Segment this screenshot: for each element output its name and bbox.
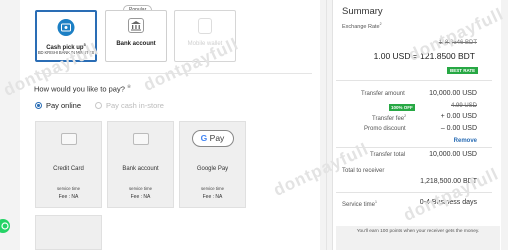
pay-card-google-pay[interactable]: G Pay Google Pay service time Fee : NA <box>179 121 246 208</box>
promo-discount-label: Promo discount <box>364 126 406 132</box>
radio-pay-in-store[interactable]: Pay cash in-store <box>95 101 164 110</box>
method-bank-account[interactable]: Bank account <box>105 10 167 62</box>
transfer-fee-value: + 0.00 USD <box>440 113 477 120</box>
service-time-label: service time <box>201 186 224 191</box>
promo-discount-value: – 0.00 USD <box>440 125 477 132</box>
divider <box>326 0 327 250</box>
total-receiver-label: Total to receiver <box>342 168 385 174</box>
pay-card-more[interactable] <box>35 215 102 250</box>
discount-badge: 100% OFF <box>389 104 415 111</box>
service-time-label: service time <box>57 186 80 191</box>
divider <box>336 80 492 81</box>
points-footer: You'll earn 100 points when your receive… <box>336 226 500 250</box>
summary-title: Summary <box>342 6 383 17</box>
google-pay-icon: G Pay <box>191 130 234 147</box>
pay-card-credit-card[interactable]: Credit Card service time Fee : NA <box>35 121 102 208</box>
radio-on-icon <box>35 102 42 109</box>
fee-label: Fee : NA <box>58 194 79 200</box>
radio-off-icon <box>95 102 102 109</box>
radio-label: Pay cash in-store <box>106 101 164 110</box>
pay-card-bank-account[interactable]: Bank account service time Fee : NA <box>107 121 174 208</box>
method-label: Bank account <box>116 41 156 47</box>
radio-pay-online[interactable]: Pay online <box>35 101 81 110</box>
pay-card-label: Google Pay <box>196 166 229 172</box>
chat-icon[interactable] <box>0 219 10 233</box>
bank-icon <box>132 133 149 145</box>
credit-card-icon <box>60 133 77 145</box>
wallet-icon <box>198 18 212 34</box>
radio-label: Pay online <box>46 101 82 110</box>
exchange-rate-label: Exchange Rate2 <box>342 22 382 30</box>
pay-question: How would you like to pay? ⑧ <box>34 84 132 94</box>
fee-label: Fee : NA <box>130 194 151 200</box>
fee-label: Fee : NA <box>202 194 223 200</box>
pay-card-label: Credit Card <box>53 166 84 172</box>
remove-promo-link[interactable]: Remove <box>454 138 477 144</box>
transfer-amount-label: Transfer amount <box>361 91 405 97</box>
transfer-total-value: 10,000.00 USD <box>429 151 477 158</box>
transfer-amount-value: 10,000.00 USD <box>429 90 477 97</box>
pay-card-label: Bank account <box>122 166 159 172</box>
bank-icon <box>128 18 144 33</box>
best-rate-badge: BEST RATE <box>447 67 479 74</box>
transfer-total-label: Transfer total <box>370 152 406 158</box>
old-fee: 4.99 USD <box>450 103 477 109</box>
transfer-fee-label: Transfer fee2 <box>372 114 407 122</box>
service-time-label: Service time1 <box>342 200 377 208</box>
service-time-label: service time <box>129 186 152 191</box>
cash-pickup-icon <box>57 19 75 36</box>
